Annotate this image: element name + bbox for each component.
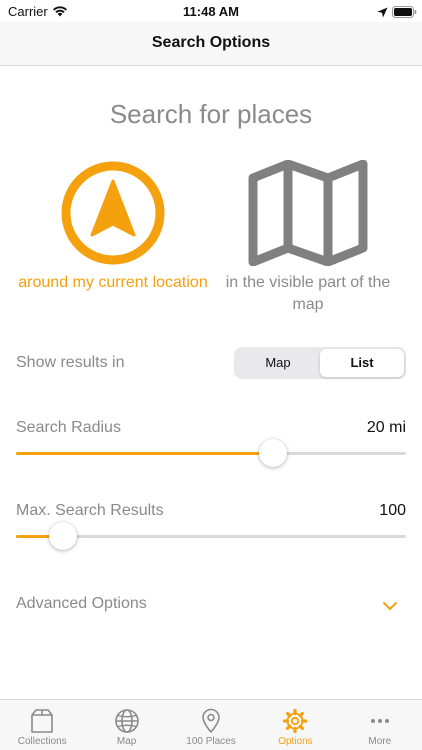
ellipsis-icon bbox=[370, 719, 389, 723]
globe-icon bbox=[114, 709, 139, 733]
collections-box-icon bbox=[31, 709, 54, 733]
search-radius-slider[interactable] bbox=[16, 439, 406, 467]
tab-places[interactable]: 100 Places bbox=[169, 700, 253, 750]
around-current-location-label: around my current location bbox=[18, 274, 208, 291]
tab-collections-label: Collections bbox=[17, 736, 67, 747]
page-title: Search Options bbox=[151, 34, 271, 51]
max-results-label: Max. Search Results bbox=[16, 502, 164, 519]
tab-map[interactable]: Map bbox=[84, 700, 168, 750]
tab-more[interactable]: More bbox=[338, 700, 422, 750]
advanced-options-row[interactable]: Advanced Options bbox=[0, 588, 422, 620]
tab-places-label: 100 Places bbox=[186, 736, 236, 747]
slider-thumb[interactable] bbox=[48, 522, 77, 550]
visible-map-area-label: in the visible part of the map bbox=[225, 274, 391, 313]
search-radius-label: Search Radius bbox=[16, 419, 121, 436]
advanced-options-label: Advanced Options bbox=[16, 595, 147, 612]
tab-options[interactable]: Options bbox=[253, 700, 337, 750]
tab-options-label: Options bbox=[278, 736, 313, 747]
tab-bar: Collections Map 100 Places Options More bbox=[0, 699, 422, 750]
tab-more-label: More bbox=[368, 736, 392, 747]
slider-thumb[interactable] bbox=[259, 439, 288, 467]
show-results-label: Show results in bbox=[16, 354, 125, 371]
segment-map[interactable]: Map bbox=[236, 349, 320, 377]
search-radius-value: 20 mi bbox=[366, 419, 406, 436]
visible-map-area-option[interactable]: in the visible part of the map bbox=[208, 160, 408, 316]
around-current-location-option[interactable]: around my current location bbox=[13, 160, 213, 294]
results-view-segmented-control[interactable]: Map List bbox=[234, 347, 406, 379]
navigation-arrow-icon bbox=[61, 161, 165, 265]
battery-icon bbox=[392, 5, 417, 23]
tab-map-label: Map bbox=[116, 736, 137, 747]
slider-fill bbox=[16, 452, 274, 455]
max-results-slider[interactable] bbox=[16, 522, 406, 550]
map-icon bbox=[248, 160, 368, 266]
navigation-bar: Search Options bbox=[0, 22, 422, 66]
location-services-icon bbox=[377, 5, 388, 23]
status-bar: Carrier 11:48 AM bbox=[0, 0, 422, 22]
chevron-down-icon bbox=[382, 598, 398, 616]
gear-icon bbox=[283, 708, 308, 734]
status-time: 11:48 AM bbox=[183, 4, 239, 19]
location-pin-icon bbox=[202, 708, 220, 733]
segment-list[interactable]: List bbox=[320, 349, 404, 377]
tab-collections[interactable]: Collections bbox=[0, 700, 84, 750]
max-results-value: 100 bbox=[379, 502, 406, 519]
search-heading: Search for places bbox=[109, 99, 313, 129]
